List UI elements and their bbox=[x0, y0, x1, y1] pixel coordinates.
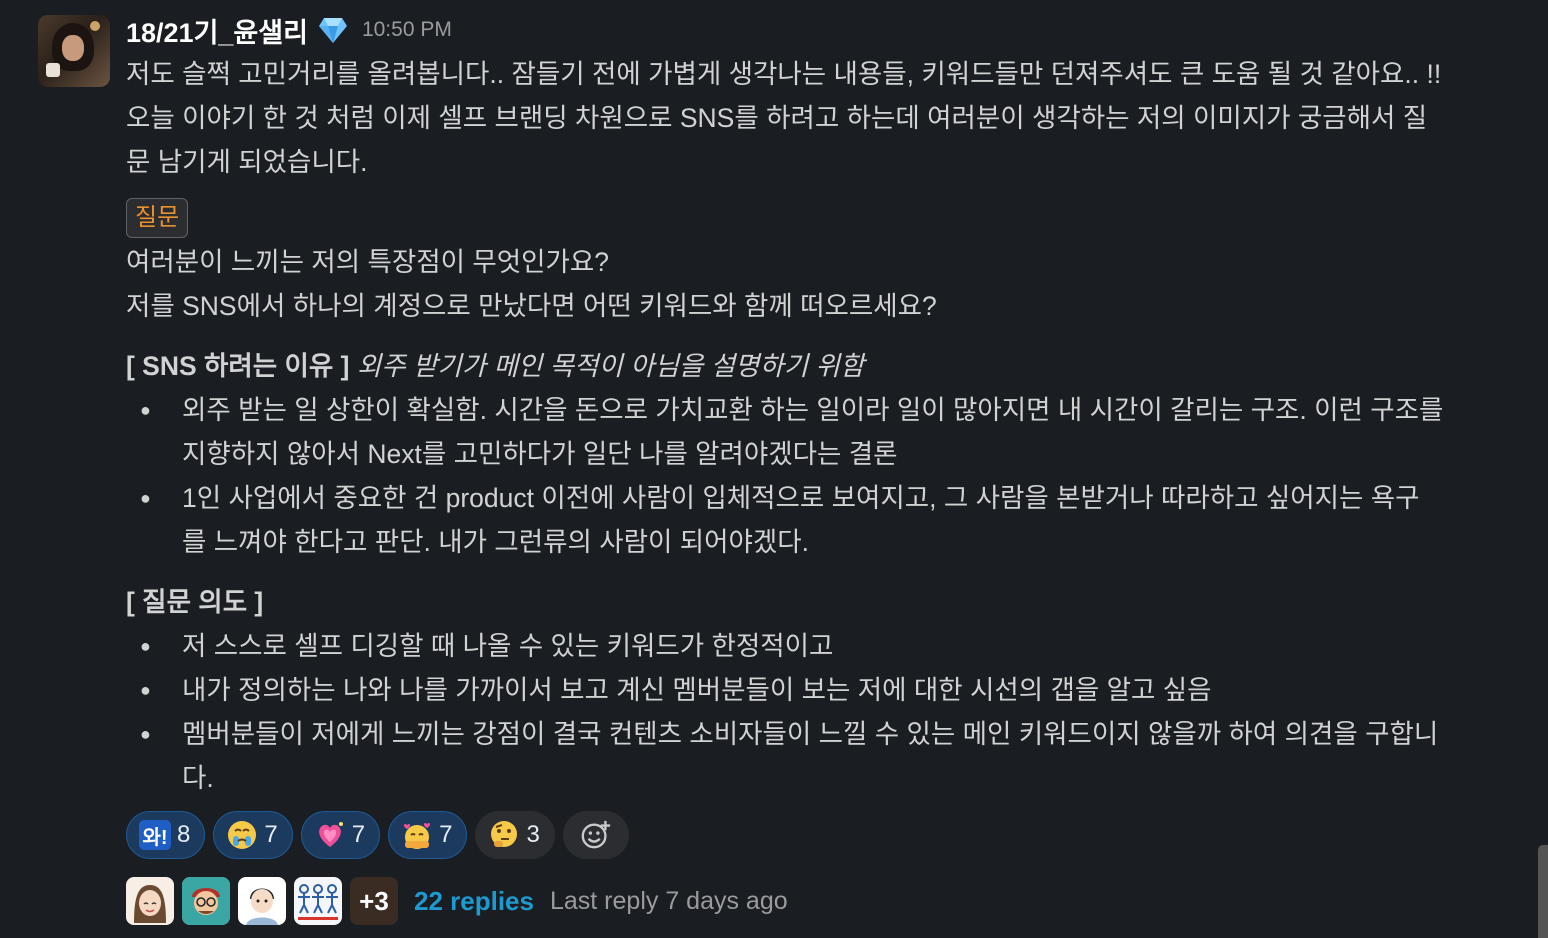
list-item: 저 스스로 셀프 디깅할 때 나올 수 있는 키워드가 한정적이고 bbox=[140, 624, 1526, 668]
reaction-count: 8 bbox=[177, 821, 191, 848]
reaction-bar: 와! 8 7 7 7 3 bbox=[126, 811, 629, 859]
intro-line: 문 남기게 되었습니다. bbox=[126, 147, 368, 177]
intro-text: 저도 슬쩍 고민거리를 올려봅니다.. 잠들기 전에 가볍게 생각나는 내용들,… bbox=[126, 52, 1526, 184]
reaction-count: 3 bbox=[526, 821, 540, 848]
thread-participant-avatar bbox=[182, 877, 230, 925]
section-title-sns: [ SNS 하려는 이유 ] 외주 받기가 메인 목적이 아님을 설명하기 위함 bbox=[126, 344, 1526, 388]
question-line: 저를 SNS에서 하나의 계정으로 만났다면 어떤 키워드와 함께 떠오르세요? bbox=[126, 291, 937, 321]
reaction-thinking[interactable]: 3 bbox=[475, 811, 555, 859]
section-subtitle: 외주 받기가 메인 목적이 아님을 설명하기 위함 bbox=[356, 351, 865, 381]
sns-reasons-list: 외주 받는 일 상한이 확실함. 시간을 돈으로 가치교환 하는 일이라 일이 … bbox=[126, 388, 1526, 564]
scrollbar[interactable] bbox=[1538, 845, 1548, 938]
section-title-intent: [ 질문 의도 ] bbox=[126, 580, 1526, 624]
message-body: 18/21기_윤샐리 10:50 PM 저도 슬쩍 고민거리를 올려봅니다.. … bbox=[126, 8, 1526, 800]
author-name[interactable]: 18/21기_윤샐리 bbox=[126, 11, 308, 50]
timestamp[interactable]: 10:50 PM bbox=[362, 18, 452, 42]
reaction-count: 7 bbox=[264, 821, 278, 848]
section-title-text: [ 질문 의도 ] bbox=[126, 587, 264, 617]
intro-line: 오늘 이야기 한 것 처럼 이제 셀프 브랜딩 차원으로 SNS를 하려고 하는… bbox=[126, 103, 1428, 133]
message-header: 18/21기_윤샐리 10:50 PM bbox=[126, 8, 1526, 52]
question-line: 여러분이 느끼는 저의 특장점이 무엇인가요? bbox=[126, 247, 610, 277]
thread-participant-avatar bbox=[294, 877, 342, 925]
crying-face-icon bbox=[226, 819, 258, 851]
sparkling-heart-icon bbox=[314, 819, 346, 851]
thread-participant-avatar bbox=[126, 877, 174, 925]
thread-summary[interactable]: +3 22 replies Last reply 7 days ago bbox=[126, 877, 788, 925]
reaction-crying[interactable]: 7 bbox=[213, 811, 293, 859]
question-tag: 질문 bbox=[126, 198, 189, 238]
reaction-wa[interactable]: 와! 8 bbox=[126, 811, 206, 859]
replies-link[interactable]: 22 replies bbox=[414, 886, 534, 917]
add-emoji-icon bbox=[580, 819, 612, 851]
hugging-hearts-icon bbox=[401, 819, 433, 851]
section-title-text: [ SNS 하려는 이유 ] bbox=[126, 351, 350, 381]
more-participants-count: +3 bbox=[350, 877, 398, 925]
author-avatar[interactable] bbox=[38, 15, 110, 87]
intent-list: 저 스스로 셀프 디깅할 때 나올 수 있는 키워드가 한정적이고 내가 정의하… bbox=[126, 624, 1526, 800]
gem-icon bbox=[318, 16, 348, 44]
list-item: 1인 사업에서 중요한 건 product 이전에 사람이 입체적으로 보여지고… bbox=[140, 476, 1526, 564]
reaction-count: 7 bbox=[351, 821, 366, 848]
questions: 여러분이 느끼는 저의 특장점이 무엇인가요? 저를 SNS에서 하나의 계정으… bbox=[126, 240, 1526, 328]
add-reaction-button[interactable] bbox=[562, 811, 629, 859]
list-item: 외주 받는 일 상한이 확실함. 시간을 돈으로 가치교환 하는 일이라 일이 … bbox=[140, 388, 1526, 476]
reaction-hug[interactable]: 7 bbox=[388, 811, 468, 859]
thread-participant-avatar bbox=[238, 877, 286, 925]
list-item: 멤버분들이 저에게 느끼는 강점이 결국 컨텐츠 소비자들이 느낄 수 있는 메… bbox=[140, 712, 1526, 800]
reaction-count: 7 bbox=[439, 821, 453, 848]
list-item: 내가 정의하는 나와 나를 가까이서 보고 계신 멤버분들이 보는 저에 대한 … bbox=[140, 668, 1526, 712]
wa-emoji: 와! bbox=[139, 819, 171, 851]
intro-line: 저도 슬쩍 고민거리를 올려봅니다.. 잠들기 전에 가볍게 생각나는 내용들,… bbox=[126, 59, 1442, 89]
thinking-face-icon bbox=[488, 819, 520, 851]
reaction-heart[interactable]: 7 bbox=[300, 811, 381, 859]
last-reply-text: Last reply 7 days ago bbox=[549, 886, 788, 915]
